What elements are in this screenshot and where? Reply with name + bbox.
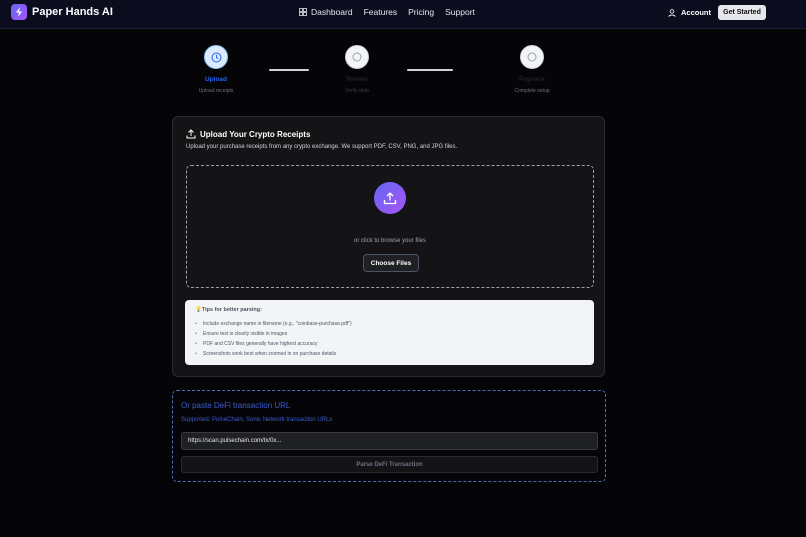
circle-icon [527,52,537,62]
browse-text: or click to browse your files [353,238,427,244]
upload-icon [383,192,397,205]
defi-url-input[interactable]: https://scan.pulsechain.com/tx/0x... [181,432,598,450]
upload-icon [186,129,196,139]
step-upload-sub: Upload receipts [198,88,234,94]
account-label: Account [681,8,711,17]
get-started-button[interactable]: Get Started [718,5,766,20]
lightbulb-icon: 💡 [195,307,202,313]
step-review-label: Review [346,76,368,83]
step-upload-label: Upload [204,76,228,83]
logo-icon[interactable] [11,4,27,20]
defi-title: Or paste DeFi transaction URL [181,401,291,410]
tip-item: PDF and CSV files generally have highest… [195,341,317,347]
upload-card-subtitle: Upload your purchase receipts from any c… [186,144,458,150]
choose-files-button[interactable]: Choose Files [363,254,419,272]
nav-dashboard-label: Dashboard [311,7,353,17]
parse-defi-button[interactable]: Parse DeFi Transaction [181,456,598,473]
nav-support[interactable]: Support [445,7,475,17]
account-link[interactable]: Account [668,8,711,17]
upload-card: Upload Your Crypto Receipts Upload your … [172,116,605,377]
file-dropzone[interactable]: or click to browse your files Choose Fil… [186,165,594,288]
step-review [345,45,369,69]
upload-card-title: Upload Your Crypto Receipts [200,130,311,139]
tip-item: Include exchange name in filename (e.g.,… [195,321,352,327]
clock-icon [211,52,221,62]
defi-subtitle: Supported: PulseChain, Sonic Network tra… [181,417,333,423]
step-connector [407,69,453,71]
tips-panel: 💡Tips for better parsing: Include exchan… [185,300,594,365]
upload-button-icon[interactable] [374,182,406,214]
brand-name[interactable]: Paper Hands AI [32,6,113,18]
nav-links: Dashboard Features Pricing Support [299,7,475,17]
nav-features[interactable]: Features [364,7,398,17]
dashboard-grid-icon [299,8,307,16]
circle-icon [352,52,362,62]
top-nav: Paper Hands AI Dashboard Features Pricin… [0,0,806,29]
tip-item: Ensure text is clearly visible in images [195,331,287,337]
step-connector [269,69,309,71]
step-upload [204,45,228,69]
tip-item: Screenshots work best when zoomed in on … [195,351,336,357]
nav-pricing[interactable]: Pricing [408,7,434,17]
tips-title: 💡Tips for better parsing: [195,307,262,313]
step-payment [520,45,544,69]
defi-url-panel: Or paste DeFi transaction URL Supported:… [172,390,606,482]
user-icon [668,8,676,17]
step-review-sub: Verify data [345,88,369,94]
nav-dashboard[interactable]: Dashboard [299,7,353,17]
step-payment-label: Payment [519,76,545,83]
step-payment-sub: Complete setup [514,88,550,94]
